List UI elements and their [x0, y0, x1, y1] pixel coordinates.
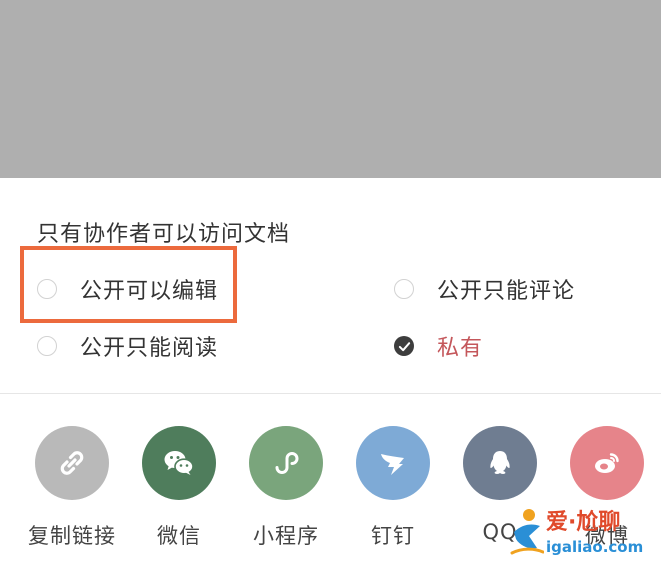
- option-label: 公开只能阅读: [80, 336, 219, 361]
- watermark-text: 爱·尬聊: [546, 510, 621, 535]
- wechat-icon: [164, 451, 194, 475]
- share-dingtalk[interactable]: 钉钉: [348, 426, 438, 550]
- highlight-box: [20, 246, 237, 323]
- share-label: 复制链接: [28, 524, 116, 548]
- share-circle[interactable]: [570, 426, 644, 500]
- option-private[interactable]: 私有: [394, 331, 483, 361]
- share-circle[interactable]: [463, 426, 537, 500]
- mini-program-icon: [275, 452, 299, 474]
- option-label: 公开只能评论: [437, 279, 576, 304]
- share-wechat[interactable]: 微信: [134, 426, 224, 550]
- share-circle[interactable]: [35, 426, 109, 500]
- share-label: 小程序: [253, 524, 319, 548]
- share-label: 微信: [157, 524, 201, 548]
- share-circle[interactable]: [249, 426, 323, 500]
- weibo-icon: [595, 453, 619, 473]
- radio-checked-icon[interactable]: [394, 336, 414, 356]
- option-public-comment[interactable]: 公开只能评论: [394, 274, 575, 304]
- share-circle[interactable]: [142, 426, 216, 500]
- watermark-logo-icon: [510, 509, 544, 555]
- option-public-read[interactable]: 公开只能阅读: [37, 331, 218, 361]
- qq-icon: [490, 451, 510, 474]
- option-label: 私有: [437, 336, 484, 361]
- divider: [0, 393, 661, 394]
- dingtalk-icon: [381, 454, 404, 475]
- radio-unchecked-icon[interactable]: [394, 279, 414, 299]
- radio-unchecked-icon[interactable]: [37, 336, 57, 356]
- watermark: 爱·尬聊 igaliao.com: [510, 502, 660, 568]
- share-mini-program[interactable]: 小程序: [241, 426, 331, 550]
- share-label: 钉钉: [371, 524, 415, 548]
- link-icon: [60, 451, 84, 475]
- dim-overlay[interactable]: [0, 0, 661, 178]
- watermark-url: igaliao.com: [546, 538, 644, 556]
- permission-title: 只有协作者可以访问文档: [37, 222, 291, 247]
- share-copy-link[interactable]: 复制链接: [27, 426, 117, 550]
- share-circle[interactable]: [356, 426, 430, 500]
